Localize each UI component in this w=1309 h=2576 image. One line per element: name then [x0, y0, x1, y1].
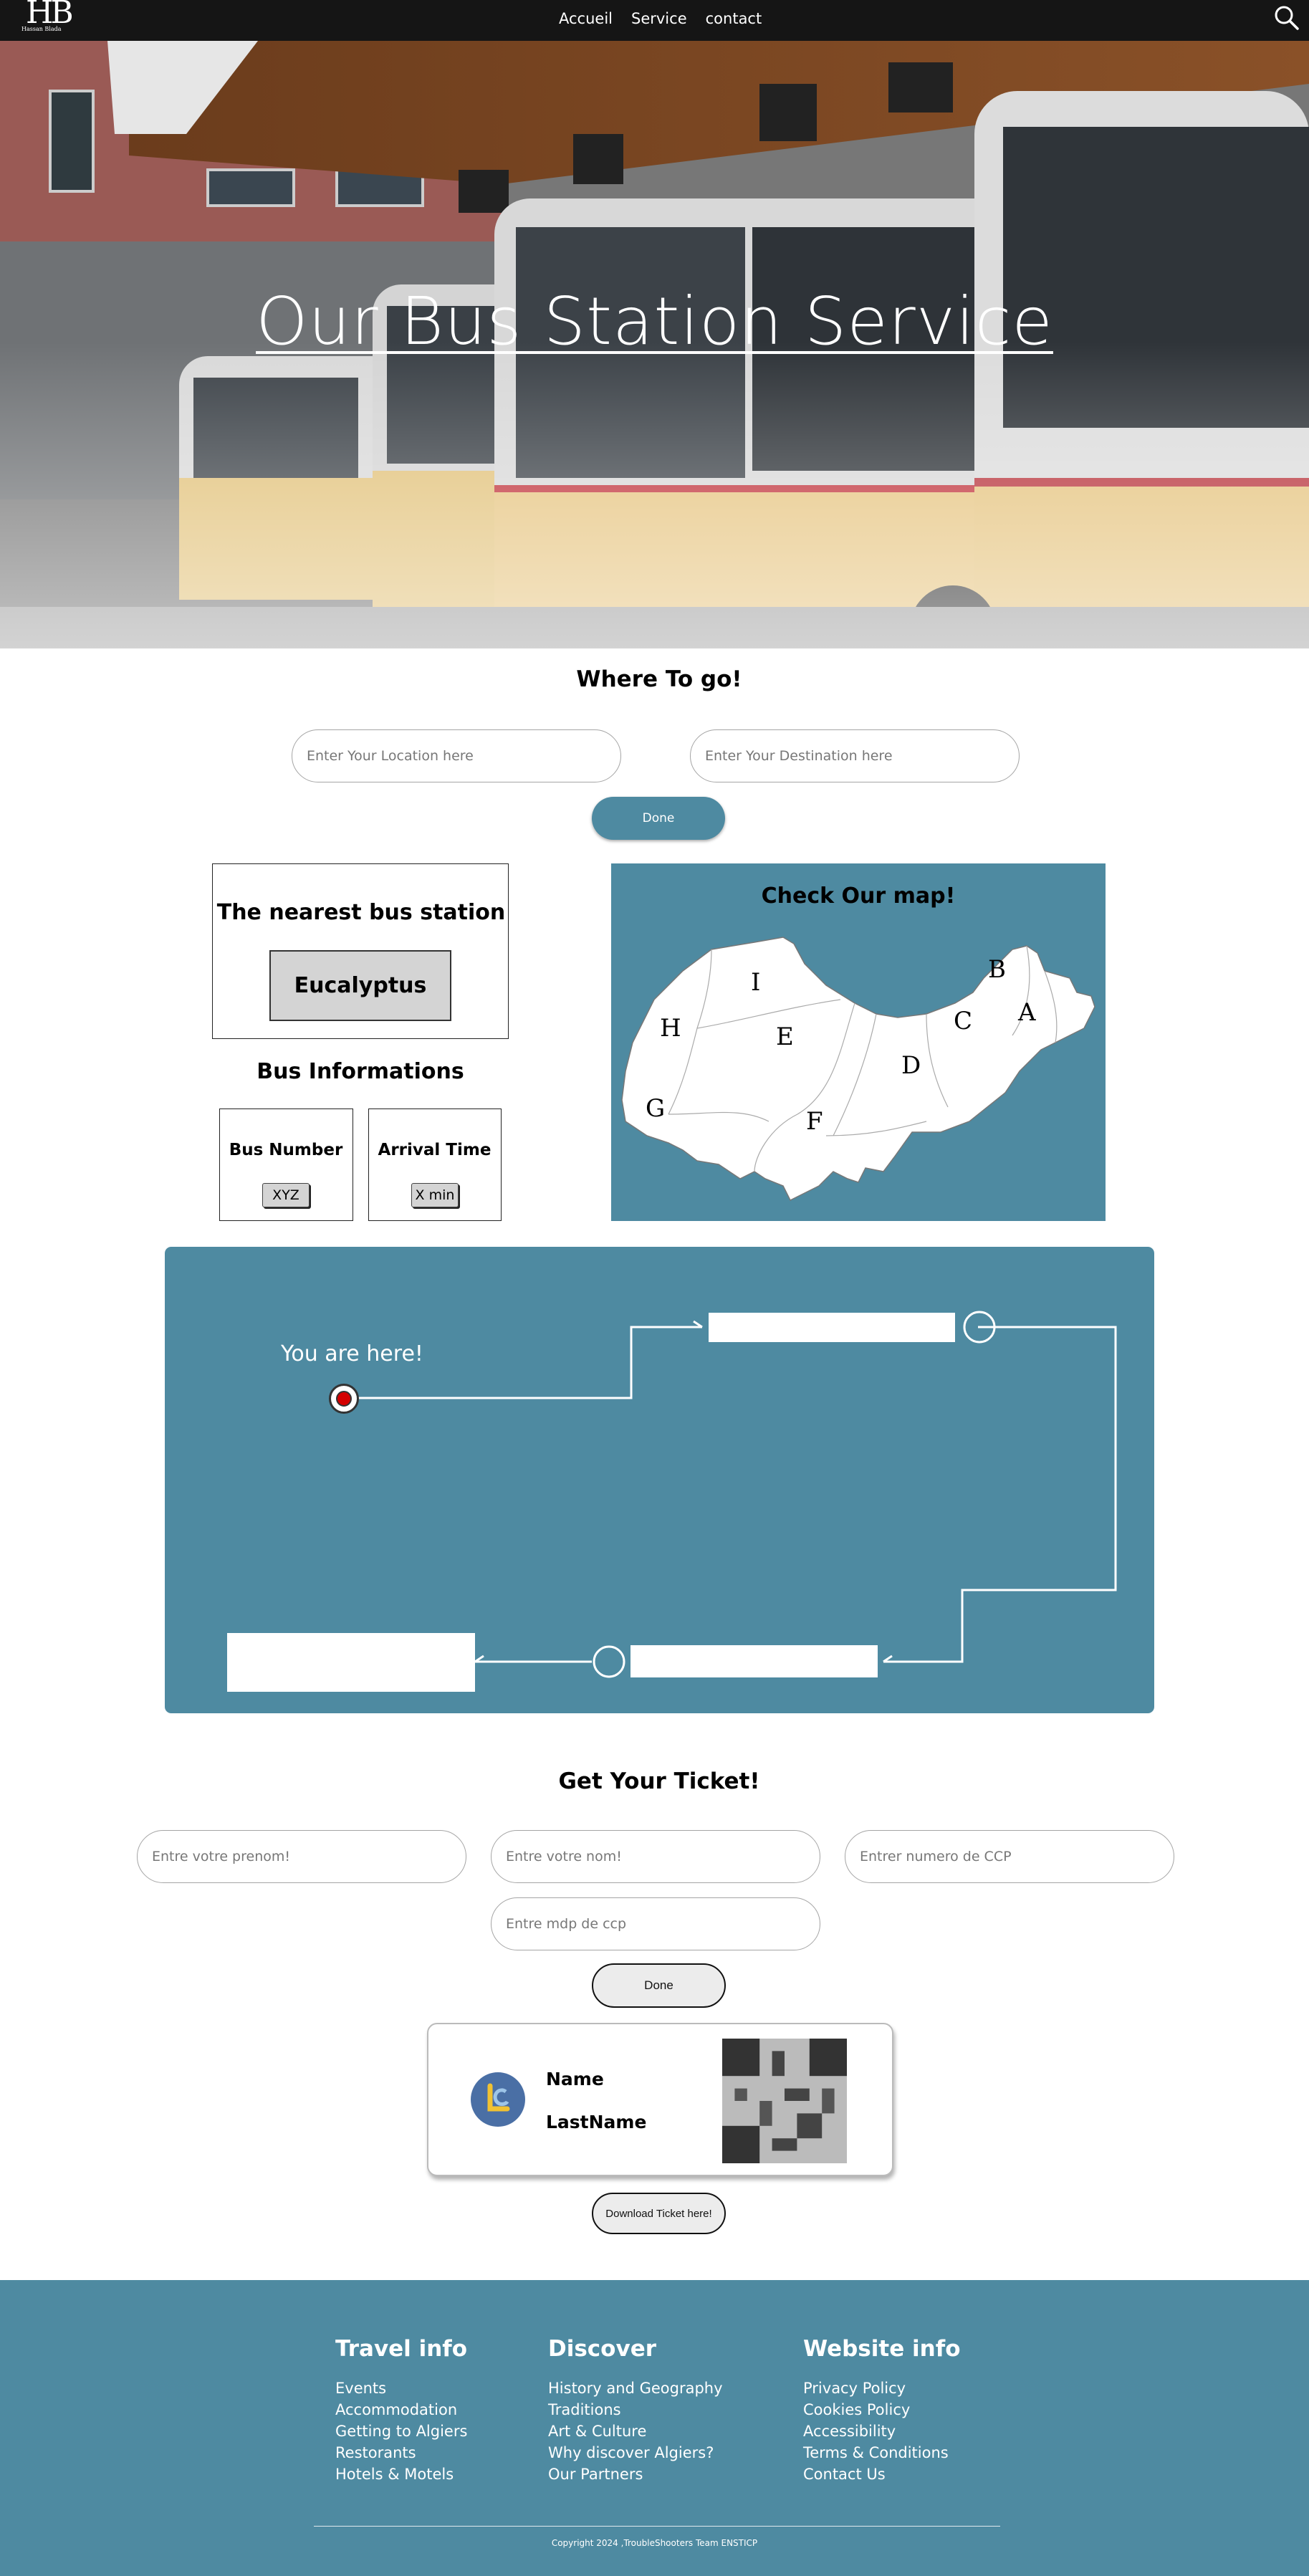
ticket-card: Name LastName — [427, 2023, 893, 2176]
stop-box-1[interactable] — [709, 1313, 955, 1342]
route-diagram: You are here! — [165, 1247, 1154, 1713]
copyright: Copyright 2024 ,TroubleShooters Team ENS… — [551, 2538, 758, 2548]
ccp-input[interactable]: Entrer numero de CCP — [845, 1830, 1174, 1883]
map-region-i[interactable]: I — [751, 968, 760, 997]
hero-title: Our Bus Station Service — [256, 283, 1053, 360]
download-ticket-button[interactable]: Download Ticket here! — [592, 2193, 726, 2234]
hero-banner: Our Bus Station Service — [0, 41, 1309, 648]
footer-link-events[interactable]: Events — [335, 2378, 467, 2399]
prenom-input[interactable]: Entre votre prenom! — [137, 1830, 466, 1883]
nav-link-accueil[interactable]: Accueil — [559, 10, 613, 27]
map-panel: Check Our map! A B C D E F G H I — [611, 863, 1106, 1221]
footer-link-terms[interactable]: Terms & Conditions — [803, 2442, 961, 2464]
footer-col-website: Website info Privacy Policy Cookies Poli… — [803, 2336, 961, 2485]
footer-link-restorants[interactable]: Restorants — [335, 2442, 467, 2464]
nav-links: Accueil Service contact — [559, 0, 762, 37]
nom-input[interactable]: Entre votre nom! — [491, 1830, 820, 1883]
footer-link-accommodation[interactable]: Accommodation — [335, 2399, 467, 2421]
bus-number-value[interactable]: XYZ — [262, 1183, 310, 1207]
map-region-d[interactable]: D — [901, 1051, 921, 1080]
nearest-station-card: The nearest bus station Eucalyptus — [212, 863, 509, 1039]
footer-link-hotels[interactable]: Hotels & Motels — [335, 2464, 467, 2485]
location-input[interactable]: Enter Your Location here — [292, 729, 621, 782]
ticket-name: Name — [546, 2069, 604, 2089]
footer-link-history[interactable]: History and Geography — [548, 2378, 723, 2399]
map-region-a[interactable]: A — [1018, 998, 1036, 1027]
footer-col-travel: Travel info Events Accommodation Getting… — [335, 2336, 467, 2485]
nav-link-service[interactable]: Service — [631, 10, 687, 27]
footer: Travel info Events Accommodation Getting… — [0, 2280, 1309, 2576]
footer-link-art[interactable]: Art & Culture — [548, 2421, 723, 2442]
arrival-time-card: Arrival Time X min — [368, 1109, 502, 1221]
site-logo[interactable]: HB Hassan Blada — [21, 0, 74, 36]
nearest-station-title: The nearest bus station — [216, 900, 506, 925]
map-region-f[interactable]: F — [806, 1107, 823, 1136]
map-region-g[interactable]: G — [646, 1094, 665, 1123]
map-region-b[interactable]: B — [988, 955, 1006, 984]
arrival-time-label: Arrival Time — [378, 1141, 492, 1159]
where-title: Where To go! — [576, 666, 742, 692]
bus-number-label: Bus Number — [229, 1141, 343, 1159]
location-dot — [336, 1391, 352, 1407]
footer-col-discover: Discover History and Geography Tradition… — [548, 2336, 723, 2485]
footer-link-contact[interactable]: Contact Us — [803, 2464, 961, 2485]
footer-title-website: Website info — [803, 2336, 961, 2362]
map-region-e[interactable]: E — [776, 1023, 794, 1051]
where-done-button[interactable]: Done — [592, 797, 725, 840]
footer-link-accessibility[interactable]: Accessibility — [803, 2421, 961, 2442]
footer-title-discover: Discover — [548, 2336, 657, 2362]
logo-mark: HB — [26, 0, 74, 31]
top-nav: HB Hassan Blada Accueil Service contact — [0, 0, 1309, 41]
bus-number-card: Bus Number XYZ — [219, 1109, 353, 1221]
map-region-h[interactable]: H — [660, 1014, 681, 1043]
map-region-c[interactable]: C — [954, 1007, 972, 1035]
footer-link-privacy[interactable]: Privacy Policy — [803, 2378, 961, 2399]
station-name-button[interactable]: Eucalyptus — [269, 950, 451, 1021]
bus-info-title: Bus Informations — [256, 1059, 464, 1084]
destination-input[interactable]: Enter Your Destination here — [690, 729, 1020, 782]
qr-code-icon — [722, 2039, 847, 2163]
footer-link-why-algiers[interactable]: Why discover Algiers? — [548, 2442, 723, 2464]
ticket-section-title: Get Your Ticket! — [558, 1768, 760, 1794]
arrival-time-value[interactable]: X min — [411, 1183, 459, 1207]
brand-badge-icon — [471, 2072, 525, 2127]
stop-box-3[interactable] — [227, 1633, 475, 1692]
ticket-done-button[interactable]: Done — [592, 1963, 726, 2008]
stop-box-2[interactable] — [630, 1645, 878, 1677]
search-icon[interactable] — [1272, 3, 1300, 32]
logo-subtitle: Hassan Blada — [21, 26, 62, 32]
ticket-lastname: LastName — [546, 2112, 647, 2132]
ccp-password-input[interactable]: Entre mdp de ccp — [491, 1897, 820, 1950]
nav-link-contact[interactable]: contact — [706, 10, 762, 27]
footer-link-partners[interactable]: Our Partners — [548, 2464, 723, 2485]
footer-link-traditions[interactable]: Traditions — [548, 2399, 723, 2421]
footer-divider — [314, 2526, 1000, 2527]
footer-title-travel: Travel info — [335, 2336, 468, 2362]
footer-link-getting-to-algiers[interactable]: Getting to Algiers — [335, 2421, 467, 2442]
you-are-here-marker[interactable] — [329, 1384, 359, 1414]
footer-link-cookies[interactable]: Cookies Policy — [803, 2399, 961, 2421]
region-map[interactable] — [611, 863, 1106, 1221]
